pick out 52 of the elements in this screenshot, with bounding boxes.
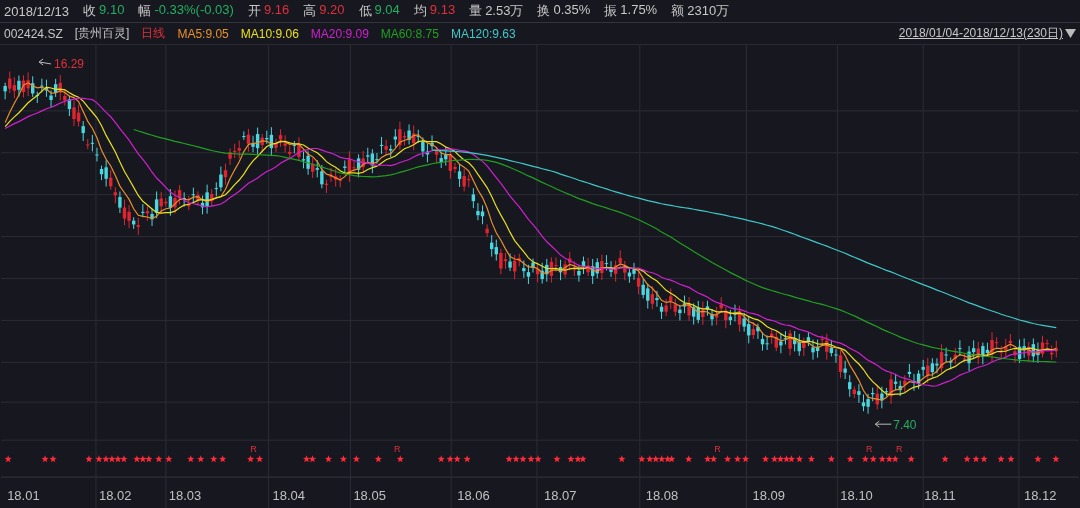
period-label: 日线 (141, 25, 166, 42)
axis-label: 18.03 (168, 488, 202, 503)
quote-value: 9.13 (429, 2, 456, 19)
axis-label: 18.08 (645, 488, 679, 503)
axis-label: 18.05 (353, 488, 386, 503)
quote-value: 9.04 (374, 2, 400, 19)
quote-label: 收 (83, 2, 97, 20)
quote-value: 2.53万 (485, 2, 524, 20)
price-label: 7.40 (893, 418, 917, 433)
quote-value: 9.10 (99, 2, 125, 19)
quote-value: 9.16 (263, 2, 290, 19)
leader-line (874, 420, 892, 428)
quote-label: 高 (303, 2, 317, 20)
moving-average-label: MA60:8.75 (380, 26, 439, 41)
quote-label: 振 (604, 2, 618, 20)
moving-average-label: MA5:9.05 (177, 26, 229, 41)
event-marker: R (250, 444, 257, 455)
event-marker: R (896, 444, 903, 455)
price-label: 16.29 (54, 56, 84, 71)
quote-label: 换 (537, 2, 551, 20)
quote-value: 1.75% (620, 2, 658, 19)
axis-label: 18.12 (1023, 488, 1057, 503)
moving-average-label: MA10:9.06 (240, 26, 299, 41)
event-marker: R (866, 444, 873, 455)
axis-label: 18.02 (98, 488, 132, 503)
quote-value: -0.33%(-0.03) (154, 2, 234, 19)
axis-label: 18.04 (272, 488, 306, 503)
dropdown-triangle-icon[interactable] (1065, 29, 1076, 38)
event-marker: R (714, 444, 721, 455)
quote-label: 幅 (138, 2, 152, 20)
stock-name: [贵州百灵] (74, 25, 130, 42)
axis-label: 18.07 (544, 488, 577, 503)
quote-label: 开 (247, 2, 261, 20)
axis-label: 18.11 (924, 488, 956, 503)
axis-label: 18.09 (752, 488, 785, 503)
axis-label: 18.06 (457, 488, 490, 503)
date-range-link[interactable]: 2018/01/04-2018/12/13(230日) (898, 25, 1063, 42)
quote-value: 2310万 (687, 2, 730, 20)
event-marker: R (394, 444, 401, 455)
quote-label: 均 (413, 2, 427, 20)
quote-value: 9.20 (319, 2, 345, 19)
leader-line (38, 58, 52, 66)
moving-average-label: MA120:9.63 (450, 26, 516, 41)
axis-label: 18.01 (7, 488, 40, 503)
stock-code: 002424.SZ (4, 26, 63, 41)
quote-value: 0.35% (553, 2, 591, 19)
quote-date: 2018/12/13 (4, 3, 70, 19)
quote-label: 额 (671, 2, 685, 20)
quote-label: 量 (469, 2, 483, 20)
axis-label: 18.10 (840, 488, 873, 503)
quote-label: 低 (358, 2, 372, 20)
moving-average-label: MA20:9.09 (310, 26, 369, 41)
